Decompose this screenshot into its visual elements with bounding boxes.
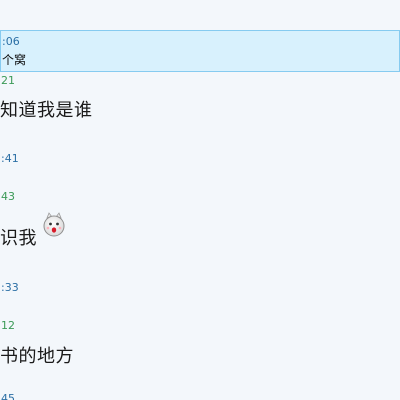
message-time: 21	[1, 74, 15, 87]
message-time: 45	[1, 392, 15, 400]
message-text[interactable]: 书的地方	[0, 342, 74, 368]
message-time: :41	[1, 152, 19, 165]
message-time: 12	[1, 319, 15, 332]
message-text[interactable]: 识我	[0, 224, 37, 250]
message-text: 个窝	[2, 53, 27, 67]
white-cat-face-icon	[43, 212, 65, 237]
message-time: 43	[1, 190, 15, 203]
message-time: :06	[2, 35, 20, 48]
top-strip	[0, 0, 400, 30]
chat-message-list: :06 个窝 21 知道我是谁 :41 43 识我 :33 12 书的地方 45	[0, 0, 400, 400]
message-text[interactable]: 知道我是谁	[0, 96, 93, 122]
message-time: :33	[1, 281, 19, 294]
selected-message-row[interactable]: :06 个窝	[0, 30, 400, 72]
